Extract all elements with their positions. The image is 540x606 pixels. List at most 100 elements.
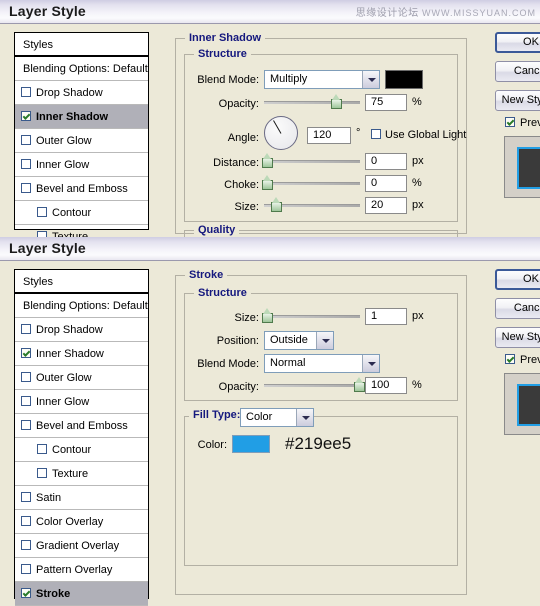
slider-thumb[interactable] <box>354 377 366 392</box>
checkbox-preview[interactable] <box>505 117 515 127</box>
sidebar-item-contour[interactable]: Contour <box>15 438 148 462</box>
sidebar-item-blending-options[interactable]: Blending Options: Default <box>15 294 148 318</box>
checkbox-satin[interactable] <box>21 492 31 502</box>
slider-track <box>264 160 360 163</box>
cancel-button[interactable]: Cancel <box>495 298 540 319</box>
angle-label: Angle: <box>227 132 259 144</box>
distance-input[interactable]: 0 <box>365 153 407 170</box>
use-global-light-checkbox-row[interactable]: Use Global Light <box>371 129 466 141</box>
sidebar-item-drop-shadow[interactable]: Drop Shadow <box>15 318 148 342</box>
position-select[interactable]: Outside <box>264 331 334 350</box>
slider-thumb[interactable] <box>261 175 273 190</box>
angle-dial[interactable] <box>264 116 298 150</box>
layer-style-dialog-inner-shadow: Layer Style 思缘设计论坛 WWW.MISSYUAN.COM Styl… <box>0 0 540 237</box>
sidebar-item-gradient-overlay[interactable]: Gradient Overlay <box>15 534 148 558</box>
sidebar-item-bevel-and-emboss[interactable]: Bevel and Emboss <box>15 414 148 438</box>
ok-button[interactable]: OK <box>495 269 540 290</box>
cancel-button[interactable]: Cancel <box>495 61 540 82</box>
checkbox-contour[interactable] <box>37 207 47 217</box>
size-slider[interactable] <box>264 197 360 212</box>
new-style-button[interactable]: New Style... <box>495 327 540 348</box>
new-style-button[interactable]: New Style... <box>495 90 540 111</box>
chevron-down-icon[interactable] <box>316 332 333 349</box>
stroke-size-input[interactable]: 1 <box>365 308 407 325</box>
sidebar-item-drop-shadow[interactable]: Drop Shadow <box>15 81 148 105</box>
checkbox-stroke[interactable] <box>21 588 31 598</box>
opacity-input[interactable]: 75 <box>365 94 407 111</box>
distance-label: Distance: <box>213 157 259 169</box>
stroke-color-swatch[interactable] <box>232 435 270 453</box>
checkbox-inner-glow[interactable] <box>21 396 31 406</box>
dialog-body-inner-shadow: Styles Blending Options: Default Drop Sh… <box>0 24 540 237</box>
sidebar-item-outer-glow[interactable]: Outer Glow <box>15 129 148 153</box>
sidebar-item-label: Color Overlay <box>36 516 104 528</box>
slider-thumb[interactable] <box>331 94 342 109</box>
checkbox-inner-shadow[interactable] <box>21 348 31 358</box>
size-input[interactable]: 20 <box>365 197 407 214</box>
choke-input[interactable]: 0 <box>365 175 407 192</box>
sidebar-item-blending-options[interactable]: Blending Options: Default <box>15 57 148 81</box>
sidebar-item-inner-glow[interactable]: Inner Glow <box>15 390 148 414</box>
opacity-slider[interactable] <box>264 94 360 109</box>
preview-checkbox-row[interactable]: Preview <box>505 354 540 366</box>
checkbox-color-overlay[interactable] <box>21 516 31 526</box>
styles-list-panel: Styles Blending Options: Default Drop Sh… <box>14 269 149 606</box>
slider-track <box>264 384 360 387</box>
watermark-url: WWW.MISSYUAN.COM <box>422 8 536 18</box>
chevron-down-icon[interactable] <box>362 355 379 372</box>
sidebar-item-inner-shadow[interactable]: Inner Shadow <box>15 342 148 366</box>
checkbox-drop-shadow[interactable] <box>21 87 31 97</box>
page-title: Layer Style <box>9 240 86 256</box>
chevron-down-icon[interactable] <box>296 409 313 426</box>
sidebar-item-texture[interactable]: Texture <box>15 462 148 486</box>
distance-slider[interactable] <box>261 153 360 168</box>
checkbox-gradient-overlay[interactable] <box>21 540 31 550</box>
fill-type-select[interactable]: Color <box>240 408 314 427</box>
checkbox-inner-glow[interactable] <box>21 159 31 169</box>
sidebar-item-texture[interactable]: Texture <box>15 225 148 237</box>
chevron-down-icon[interactable] <box>362 71 379 88</box>
checkbox-outer-glow[interactable] <box>21 135 31 145</box>
checkbox-texture[interactable] <box>37 468 47 478</box>
use-global-light-label: Use Global Light <box>385 129 467 141</box>
checkbox-bevel-and-emboss[interactable] <box>21 183 31 193</box>
angle-unit: ° <box>356 127 361 139</box>
shadow-color-swatch[interactable] <box>385 70 423 89</box>
sidebar-item-outer-glow[interactable]: Outer Glow <box>15 366 148 390</box>
sidebar-item-color-overlay[interactable]: Color Overlay <box>15 510 148 534</box>
preview-label: Preview <box>520 117 540 129</box>
sidebar-item-inner-glow[interactable]: Inner Glow <box>15 153 148 177</box>
checkbox-bevel-and-emboss[interactable] <box>21 420 31 430</box>
styles-list-header: Styles <box>15 270 148 294</box>
sidebar-item-satin[interactable]: Satin <box>15 486 148 510</box>
sidebar-item-label: Outer Glow <box>36 372 92 384</box>
sidebar-item-pattern-overlay[interactable]: Pattern Overlay <box>15 558 148 582</box>
sidebar-item-inner-shadow[interactable]: Inner Shadow <box>15 105 148 129</box>
titlebar-stroke: Layer Style <box>0 237 540 261</box>
angle-input[interactable]: 120 <box>307 127 351 144</box>
blend-mode-select[interactable]: Multiply <box>264 70 380 89</box>
checkbox-contour[interactable] <box>37 444 47 454</box>
stroke-opacity-input[interactable]: 100 <box>365 377 407 394</box>
choke-slider[interactable] <box>261 175 360 190</box>
slider-thumb[interactable] <box>261 308 273 323</box>
page-title: Layer Style <box>9 3 86 19</box>
slider-thumb[interactable] <box>261 153 273 168</box>
sidebar-item-contour[interactable]: Contour <box>15 201 148 225</box>
preview-thumbnail-box <box>504 136 540 198</box>
checkbox-pattern-overlay[interactable] <box>21 564 31 574</box>
stroke-blend-mode-select[interactable]: Normal <box>264 354 380 373</box>
sidebar-item-stroke[interactable]: Stroke <box>15 582 148 606</box>
sidebar-item-bevel-and-emboss[interactable]: Bevel and Emboss <box>15 177 148 201</box>
checkbox-drop-shadow[interactable] <box>21 324 31 334</box>
ok-button[interactable]: OK <box>495 32 540 53</box>
slider-thumb[interactable] <box>271 197 283 212</box>
checkbox-outer-glow[interactable] <box>21 372 31 382</box>
stroke-size-slider[interactable] <box>261 308 360 323</box>
preview-checkbox-row[interactable]: Preview <box>505 117 540 129</box>
sidebar-item-label: Satin <box>36 492 62 504</box>
checkbox-preview[interactable] <box>505 354 515 364</box>
stroke-opacity-slider[interactable] <box>264 377 366 392</box>
checkbox-inner-shadow[interactable] <box>21 111 31 121</box>
checkbox-use-global-light[interactable] <box>371 129 381 139</box>
